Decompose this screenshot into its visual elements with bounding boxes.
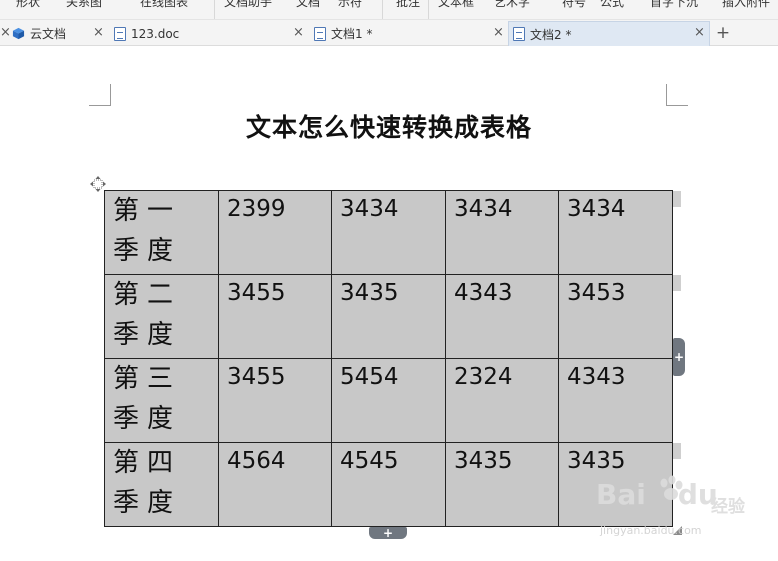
value-cell[interactable]: 3434 — [331, 190, 446, 275]
value-cell[interactable]: 3435 — [445, 442, 559, 527]
ribbon-formula-button[interactable]: 公式 — [600, 0, 624, 10]
value-cell[interactable]: 4343 — [445, 274, 559, 359]
close-icon[interactable]: × — [293, 20, 304, 45]
value-cell[interactable]: 3434 — [445, 190, 559, 275]
table-row: 第一季度 2399 3434 3434 3434 — [104, 190, 673, 275]
table-row: 第三季度 3455 5454 2324 4343 — [104, 358, 673, 443]
document-tab-bar: 云文档 × 123.doc × 文档1 * × 文档2 * × × + — [0, 20, 778, 46]
close-icon[interactable]: × — [694, 20, 705, 45]
value-cell[interactable]: 5454 — [331, 358, 446, 443]
ribbon-separator — [428, 0, 429, 19]
ribbon-attachment-button[interactable]: 插入附件 — [722, 0, 770, 10]
watermark-subtitle: 经验 — [711, 497, 745, 517]
value-cell[interactable]: 3455 — [218, 274, 332, 359]
add-tab-button[interactable]: + — [714, 20, 732, 46]
value-cell[interactable]: 4545 — [331, 442, 446, 527]
row-label-cell[interactable]: 第二季度 — [104, 274, 219, 359]
doc-icon — [114, 26, 126, 41]
tab-123-doc[interactable]: 123.doc — [110, 21, 306, 46]
row-marker — [673, 275, 681, 291]
add-column-button[interactable]: + — [673, 338, 685, 376]
value-cell[interactable]: 3453 — [558, 274, 673, 359]
close-icon[interactable]: × — [93, 20, 104, 45]
value-cell[interactable]: 4343 — [558, 358, 673, 443]
ribbon-separator — [382, 0, 383, 19]
close-icon[interactable]: × — [0, 20, 11, 45]
row-label-cell[interactable]: 第四季度 — [104, 442, 219, 527]
tab-doc1[interactable]: 文档1 * — [310, 21, 506, 46]
ribbon-symbol-button[interactable]: 符号 — [562, 0, 586, 10]
quarterly-table[interactable]: 第一季度 2399 3434 3434 3434 第二季度 3455 3435 4343 3453… — [104, 190, 673, 527]
cloud-doc-icon — [12, 27, 25, 40]
value-cell[interactable]: 2324 — [445, 358, 559, 443]
value-cell[interactable]: 3435 — [331, 274, 446, 359]
tab-doc2[interactable]: 文档2 * — [508, 21, 710, 46]
row-marker — [673, 443, 681, 459]
document-title[interactable]: 文本怎么快速转换成表格 — [100, 108, 678, 144]
ribbon-relationship-button[interactable]: 关系图 — [66, 0, 102, 10]
row-marker — [673, 191, 681, 207]
watermark-brand-part1: Bai — [596, 478, 646, 511]
row-label-cell[interactable]: 第一季度 — [104, 190, 219, 275]
tab-label: 文档2 * — [530, 27, 572, 42]
table-row: 第四季度 4564 4545 3435 3435 — [104, 442, 673, 527]
ribbon-comment-button[interactable]: 批注 — [396, 0, 420, 10]
ribbon-doc-button[interactable]: 文档 — [296, 0, 320, 10]
watermark-url: jingyan.baidu.com — [600, 524, 702, 537]
tab-cloud-docs[interactable]: 云文档 — [0, 21, 104, 46]
ribbon-marker-button[interactable]: 示符 — [338, 0, 362, 10]
baidu-jingyan-watermark: Bai du 经验 jingyan.baidu.com — [596, 474, 776, 544]
tab-label: 云文档 — [30, 27, 67, 41]
value-cell[interactable]: 4564 — [218, 442, 332, 527]
value-cell[interactable]: 3455 — [218, 358, 332, 443]
ribbon-dropcap-button[interactable]: 首字下沉 — [650, 0, 698, 10]
page-corner-mark-left — [89, 84, 111, 106]
close-icon[interactable]: × — [493, 20, 504, 45]
doc-icon — [513, 27, 525, 41]
tab-label: 文档1 * — [331, 27, 373, 41]
table-row: 第二季度 3455 3435 4343 3453 — [104, 274, 673, 359]
ribbon-online-chart-button[interactable]: 在线图表 — [140, 0, 188, 10]
ribbon-toolbar: 形状 关系图 在线图表 文档助手 文档 示符 批注 文本框 艺术字 符号 公式 … — [0, 0, 778, 20]
ribbon-textbox-button[interactable]: 文本框 — [438, 0, 474, 10]
row-label-cell[interactable]: 第三季度 — [104, 358, 219, 443]
table-body: 第一季度 2399 3434 3434 3434 第二季度 3455 3435 4343 3453… — [104, 190, 673, 527]
wps-writer-window: 形状 关系图 在线图表 文档助手 文档 示符 批注 文本框 艺术字 符号 公式 … — [0, 0, 778, 561]
ribbon-shapes-button[interactable]: 形状 — [16, 0, 40, 10]
paw-icon — [660, 475, 683, 500]
add-row-button[interactable]: + — [369, 527, 407, 539]
ribbon-doc-helper-button[interactable]: 文档助手 — [224, 0, 272, 10]
value-cell[interactable]: 3434 — [558, 190, 673, 275]
doc-icon — [314, 26, 326, 41]
page-corner-mark-right — [666, 84, 688, 106]
value-cell[interactable]: 2399 — [218, 190, 332, 275]
tab-label: 123.doc — [131, 26, 180, 41]
ribbon-wordart-button[interactable]: 艺术字 — [494, 0, 530, 10]
ribbon-separator — [214, 0, 215, 19]
